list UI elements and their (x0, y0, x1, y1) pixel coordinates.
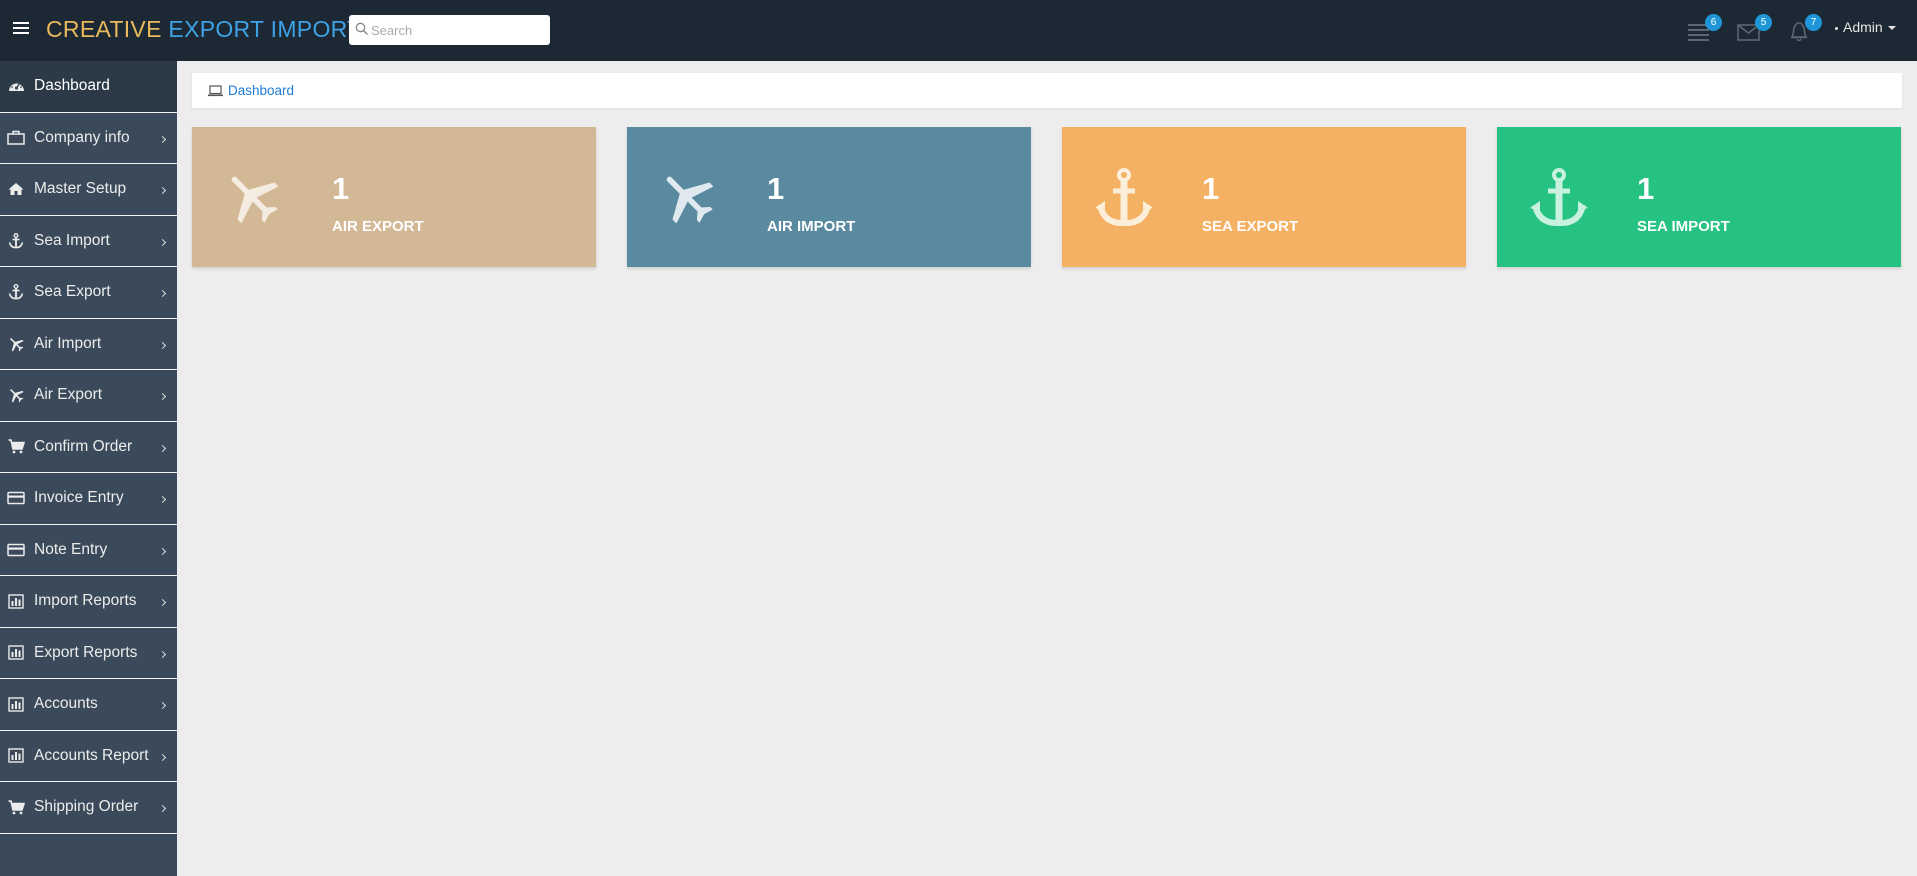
sidebar-item-confirm-order[interactable]: Confirm Order (0, 422, 177, 473)
home-icon (7, 180, 25, 198)
briefcase-icon (7, 129, 25, 147)
sidebar-item-dashboard[interactable]: Dashboard (0, 61, 177, 113)
sidebar-item-label: Accounts (34, 695, 98, 713)
stat-card-label: AIR EXPORT (332, 218, 424, 235)
plane-icon (7, 386, 25, 404)
sidebar-item-label: Sea Import (34, 231, 110, 249)
sidebar-item-label: Invoice Entry (34, 489, 124, 507)
sidebar-item-label: Confirm Order (34, 437, 133, 455)
breadcrumb: Dashboard (192, 73, 1902, 108)
menu-toggle-icon[interactable] (13, 22, 29, 36)
chevron-right-icon (158, 238, 167, 246)
sidebar-item-label: Import Reports (34, 592, 137, 610)
plane-icon (659, 167, 715, 227)
laptop-icon (208, 84, 223, 96)
user-menu[interactable]: Admin (1835, 19, 1896, 35)
sidebar: Dashboard Company info Master Setup Sea Imp… (0, 61, 177, 876)
sidebar-item-air-import[interactable]: Air Import (0, 319, 177, 370)
sidebar-item-label: Air Import (34, 334, 102, 352)
sidebar-item-shipping-order[interactable]: Shipping Order (0, 782, 177, 834)
stat-card-value: 1 (1637, 171, 1655, 206)
sidebar-item-accounts[interactable]: Accounts (0, 679, 177, 731)
sidebar-item-label: Master Setup (34, 180, 127, 198)
sidebar-item-label: Dashboard (34, 77, 110, 95)
plane-icon (224, 167, 280, 227)
anchor-icon (7, 232, 25, 250)
chevron-right-icon (158, 599, 167, 607)
search-icon (355, 22, 369, 36)
stat-card-label: AIR IMPORT (767, 218, 856, 235)
user-label: Admin (1843, 19, 1883, 35)
anchor-icon (1094, 167, 1153, 227)
search-input[interactable] (371, 20, 543, 40)
stat-card-sea-export[interactable]: 1 SEA EXPORT (1062, 127, 1466, 267)
breadcrumb-dashboard-link[interactable]: Dashboard (228, 83, 294, 98)
sidebar-item-label: Note Entry (34, 540, 108, 558)
brand-part1: CREATIVE (46, 16, 162, 42)
chevron-right-icon (158, 805, 167, 813)
top-navbar: CREATIVE EXPORT IMPORT 6 5 7 (0, 0, 1917, 61)
sidebar-item-label: Accounts Report (34, 746, 149, 764)
app-brand[interactable]: CREATIVE EXPORT IMPORT (46, 16, 361, 43)
messages-button[interactable]: 5 (1736, 14, 1772, 44)
cart-icon (7, 798, 25, 816)
sidebar-item-label: Shipping Order (34, 798, 139, 816)
stat-card-sea-import[interactable]: 1 SEA IMPORT (1497, 127, 1901, 267)
sidebar-item-sea-export[interactable]: Sea Export (0, 267, 177, 319)
bar-chart-icon (7, 592, 25, 610)
chevron-right-icon (158, 496, 167, 504)
notifications-badge: 7 (1805, 14, 1822, 31)
credit-card-icon (7, 541, 25, 559)
sidebar-item-import-reports[interactable]: Import Reports (0, 576, 177, 628)
anchor-icon (7, 283, 25, 301)
sidebar-item-accounts-report[interactable]: Accounts Report (0, 731, 177, 782)
sidebar-item-label: Export Reports (34, 643, 138, 661)
chevron-right-icon (158, 444, 167, 452)
stat-card-value: 1 (1202, 171, 1220, 206)
chevron-right-icon (158, 341, 167, 349)
sidebar-item-sea-import[interactable]: Sea Import (0, 216, 177, 267)
sidebar-item-label: Air Export (34, 386, 103, 404)
chevron-right-icon (158, 290, 167, 298)
chevron-right-icon (158, 135, 167, 143)
bar-chart-icon (7, 695, 25, 713)
sidebar-item-air-export[interactable]: Air Export (0, 370, 177, 422)
stat-card-air-import[interactable]: 1 AIR IMPORT (627, 127, 1031, 267)
chevron-right-icon (158, 393, 167, 401)
sidebar-item-master-setup[interactable]: Master Setup (0, 164, 177, 216)
chevron-right-icon (158, 702, 167, 710)
tasks-button[interactable]: 6 (1686, 14, 1722, 44)
stat-card-label: SEA IMPORT (1637, 218, 1730, 235)
chevron-right-icon (158, 753, 167, 761)
brand-part2: EXPORT IMPORT (168, 16, 362, 42)
bar-chart-icon (7, 747, 25, 765)
stat-card-label: SEA EXPORT (1202, 218, 1299, 235)
dashboard-icon (7, 77, 25, 95)
sidebar-item-export-reports[interactable]: Export Reports (0, 628, 177, 679)
chevron-right-icon (158, 650, 167, 658)
sidebar-item-company-info[interactable]: Company info (0, 113, 177, 164)
chevron-right-icon (158, 547, 167, 555)
sidebar-item-label: Company info (34, 128, 130, 146)
user-dot-icon (1835, 26, 1838, 30)
sidebar-item-note-entry[interactable]: Note Entry (0, 525, 177, 576)
messages-badge: 5 (1755, 14, 1772, 31)
bar-chart-icon (7, 644, 25, 662)
caret-down-icon (1887, 26, 1896, 31)
credit-card-icon (7, 489, 25, 507)
anchor-icon (1529, 167, 1588, 227)
plane-icon (7, 335, 25, 353)
stat-card-value: 1 (332, 171, 350, 206)
chevron-right-icon (158, 187, 167, 195)
stat-card-value: 1 (767, 171, 785, 206)
notifications-button[interactable]: 7 (1786, 14, 1822, 44)
search-box (349, 15, 550, 45)
stat-card-air-export[interactable]: 1 AIR EXPORT (192, 127, 596, 267)
tasks-badge: 6 (1705, 14, 1722, 31)
cart-icon (7, 438, 25, 456)
sidebar-item-label: Sea Export (34, 283, 111, 301)
sidebar-item-invoice-entry[interactable]: Invoice Entry (0, 473, 177, 525)
